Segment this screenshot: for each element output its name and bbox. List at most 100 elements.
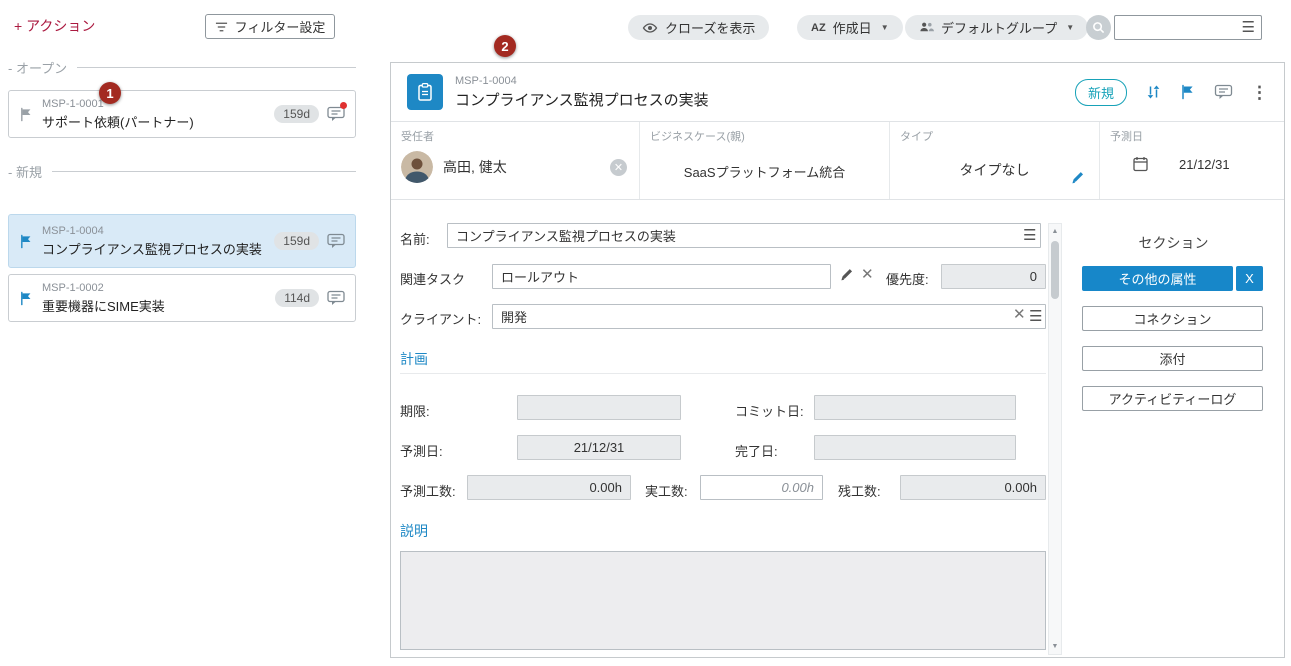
search-menu-icon[interactable]: ☰ xyxy=(1242,20,1255,35)
priority-input xyxy=(941,264,1046,289)
card-title: コンプライアンス監視プロセスの実装 xyxy=(42,239,266,258)
filter-icon xyxy=(215,21,228,33)
forecast-input xyxy=(517,435,681,460)
scrollbar-thumb[interactable] xyxy=(1051,241,1059,299)
show-closed-button[interactable]: クローズを表示 xyxy=(628,15,769,40)
forecast-date-field: 予測日 21/12/31 xyxy=(1100,122,1282,199)
section-activity-log-button[interactable]: アクティビティーログ xyxy=(1082,386,1263,411)
task-list: - オープン MSP-1-0001 サポート依頼(パートナー) 159d - 新… xyxy=(8,56,356,386)
deadline-input xyxy=(517,395,681,420)
card-title: サポート依頼(パートナー) xyxy=(42,112,266,131)
card-id: MSP-1-0001 xyxy=(42,98,266,110)
edit-type-icon[interactable] xyxy=(1070,170,1085,185)
type-field: タイプ タイプなし xyxy=(890,122,1100,199)
actual-effort-input[interactable] xyxy=(700,475,823,500)
sections-heading: セクション xyxy=(1063,233,1284,253)
client-menu-icon[interactable]: ☰ xyxy=(1029,309,1042,324)
detail-title-block: MSP-1-0004 コンプライアンス監視プロセスの実装 xyxy=(455,75,709,110)
search-button[interactable] xyxy=(1086,15,1111,40)
age-badge: 159d xyxy=(274,232,319,250)
search-icon xyxy=(1092,21,1105,34)
show-closed-label: クローズを表示 xyxy=(665,18,755,37)
annotation-badge-1: 1 xyxy=(99,82,121,104)
task-card[interactable]: MSP-1-0001 サポート依頼(パートナー) 159d xyxy=(8,90,356,138)
filter-settings-label: フィルター設定 xyxy=(235,17,326,36)
flag-icon[interactable] xyxy=(1180,84,1196,100)
plan-section-heading: 計画 xyxy=(400,349,428,369)
more-menu-icon[interactable]: ⋮ xyxy=(1251,84,1268,101)
assignee-value: 高田, 健太 ✕ xyxy=(401,151,629,183)
assignee-avatar[interactable] xyxy=(401,151,433,183)
comment-icon[interactable] xyxy=(327,290,345,307)
priority-label: 優先度: xyxy=(886,269,929,288)
comment-icon[interactable] xyxy=(327,106,345,123)
card-text: MSP-1-0004 コンプライアンス監視プロセスの実装 xyxy=(42,225,266,258)
clear-assignee-icon[interactable]: ✕ xyxy=(610,159,627,176)
workflow-icon[interactable] xyxy=(1145,84,1162,100)
name-label: 名前: xyxy=(400,229,430,248)
group-by-label: デフォルトグループ xyxy=(941,18,1057,37)
business-case-field: ビジネスケース(親) SaaSプラットフォーム統合 xyxy=(640,122,890,199)
filter-settings-button[interactable]: フィルター設定 xyxy=(205,14,335,39)
group-open-text: - オープン xyxy=(8,58,67,77)
task-type-icon xyxy=(407,74,443,110)
group-label-open[interactable]: - オープン xyxy=(8,58,356,77)
eye-icon xyxy=(642,20,658,36)
forecast-date-value-wrap: 21/12/31 xyxy=(1110,156,1272,172)
section-close-button[interactable]: X xyxy=(1236,266,1263,291)
commit-date-label: コミット日: xyxy=(735,401,804,420)
related-task-input[interactable] xyxy=(492,264,831,289)
chevron-down-icon: ▼ xyxy=(881,23,889,32)
action-link[interactable]: + アクション xyxy=(14,16,95,36)
estimated-effort-input xyxy=(467,475,631,500)
sort-label: 作成日 xyxy=(833,18,872,37)
task-detail-panel: MSP-1-0004 コンプライアンス監視プロセスの実装 新規 ⋮ 受任者 xyxy=(390,62,1285,658)
age-badge: 114d xyxy=(275,289,319,307)
plan-divider xyxy=(400,373,1046,374)
annotation-badge-2: 2 xyxy=(494,35,516,57)
clear-client-icon[interactable]: ✕ xyxy=(1013,307,1026,322)
group-by-button[interactable]: デフォルトグループ ▼ xyxy=(905,15,1088,40)
group-divider xyxy=(77,67,356,68)
status-badge[interactable]: 新規 xyxy=(1075,79,1127,106)
forecast-date-value: 21/12/31 xyxy=(1179,157,1230,172)
section-attachments-button[interactable]: 添付 xyxy=(1082,346,1263,371)
type-label: タイプ xyxy=(900,128,1089,144)
section-connections-button[interactable]: コネクション xyxy=(1082,306,1263,331)
clear-related-icon[interactable]: ✕ xyxy=(861,267,874,282)
deadline-label: 期限: xyxy=(400,401,430,420)
scrollbar[interactable]: ▲ ▼ xyxy=(1048,223,1062,655)
flag-icon xyxy=(19,291,34,306)
business-case-value[interactable]: SaaSプラットフォーム統合 xyxy=(650,162,879,181)
card-text: MSP-1-0002 重要機器にSIME実装 xyxy=(42,282,267,315)
forecast-label: 予測日: xyxy=(400,441,443,460)
actual-effort-label: 実工数: xyxy=(645,481,688,500)
flag-icon xyxy=(19,234,34,249)
card-title: 重要機器にSIME実装 xyxy=(42,296,267,315)
client-input[interactable] xyxy=(492,304,1046,329)
edit-related-icon[interactable] xyxy=(839,267,854,282)
assignee-name: 高田, 健太 xyxy=(443,157,600,177)
section-other-attributes-button[interactable]: その他の属性 xyxy=(1082,266,1233,291)
forecast-date-label: 予測日 xyxy=(1110,128,1272,144)
assignee-field: 受任者 高田, 健太 ✕ xyxy=(391,122,640,199)
group-new-text: - 新規 xyxy=(8,162,42,181)
name-input[interactable] xyxy=(447,223,1041,248)
calendar-icon[interactable] xyxy=(1132,156,1149,172)
task-card-selected[interactable]: MSP-1-0004 コンプライアンス監視プロセスの実装 159d xyxy=(8,214,356,268)
name-menu-icon[interactable]: ☰ xyxy=(1023,228,1036,243)
group-label-new[interactable]: - 新規 xyxy=(8,162,356,181)
scroll-down-icon[interactable]: ▼ xyxy=(1049,640,1061,653)
comment-icon[interactable] xyxy=(1214,84,1233,101)
sort-button[interactable]: AZ 作成日 ▼ xyxy=(797,15,903,40)
search-input[interactable] xyxy=(1115,16,1242,39)
group-divider xyxy=(52,171,356,172)
task-card[interactable]: MSP-1-0002 重要機器にSIME実装 114d xyxy=(8,274,356,322)
remaining-effort-label: 残工数: xyxy=(838,481,881,500)
client-label: クライアント: xyxy=(400,309,481,328)
finish-date-label: 完了日: xyxy=(735,441,778,460)
comment-icon[interactable] xyxy=(327,233,345,250)
scroll-up-icon[interactable]: ▲ xyxy=(1049,225,1061,238)
task-title: コンプライアンス監視プロセスの実装 xyxy=(455,89,709,110)
unread-dot xyxy=(340,102,347,109)
